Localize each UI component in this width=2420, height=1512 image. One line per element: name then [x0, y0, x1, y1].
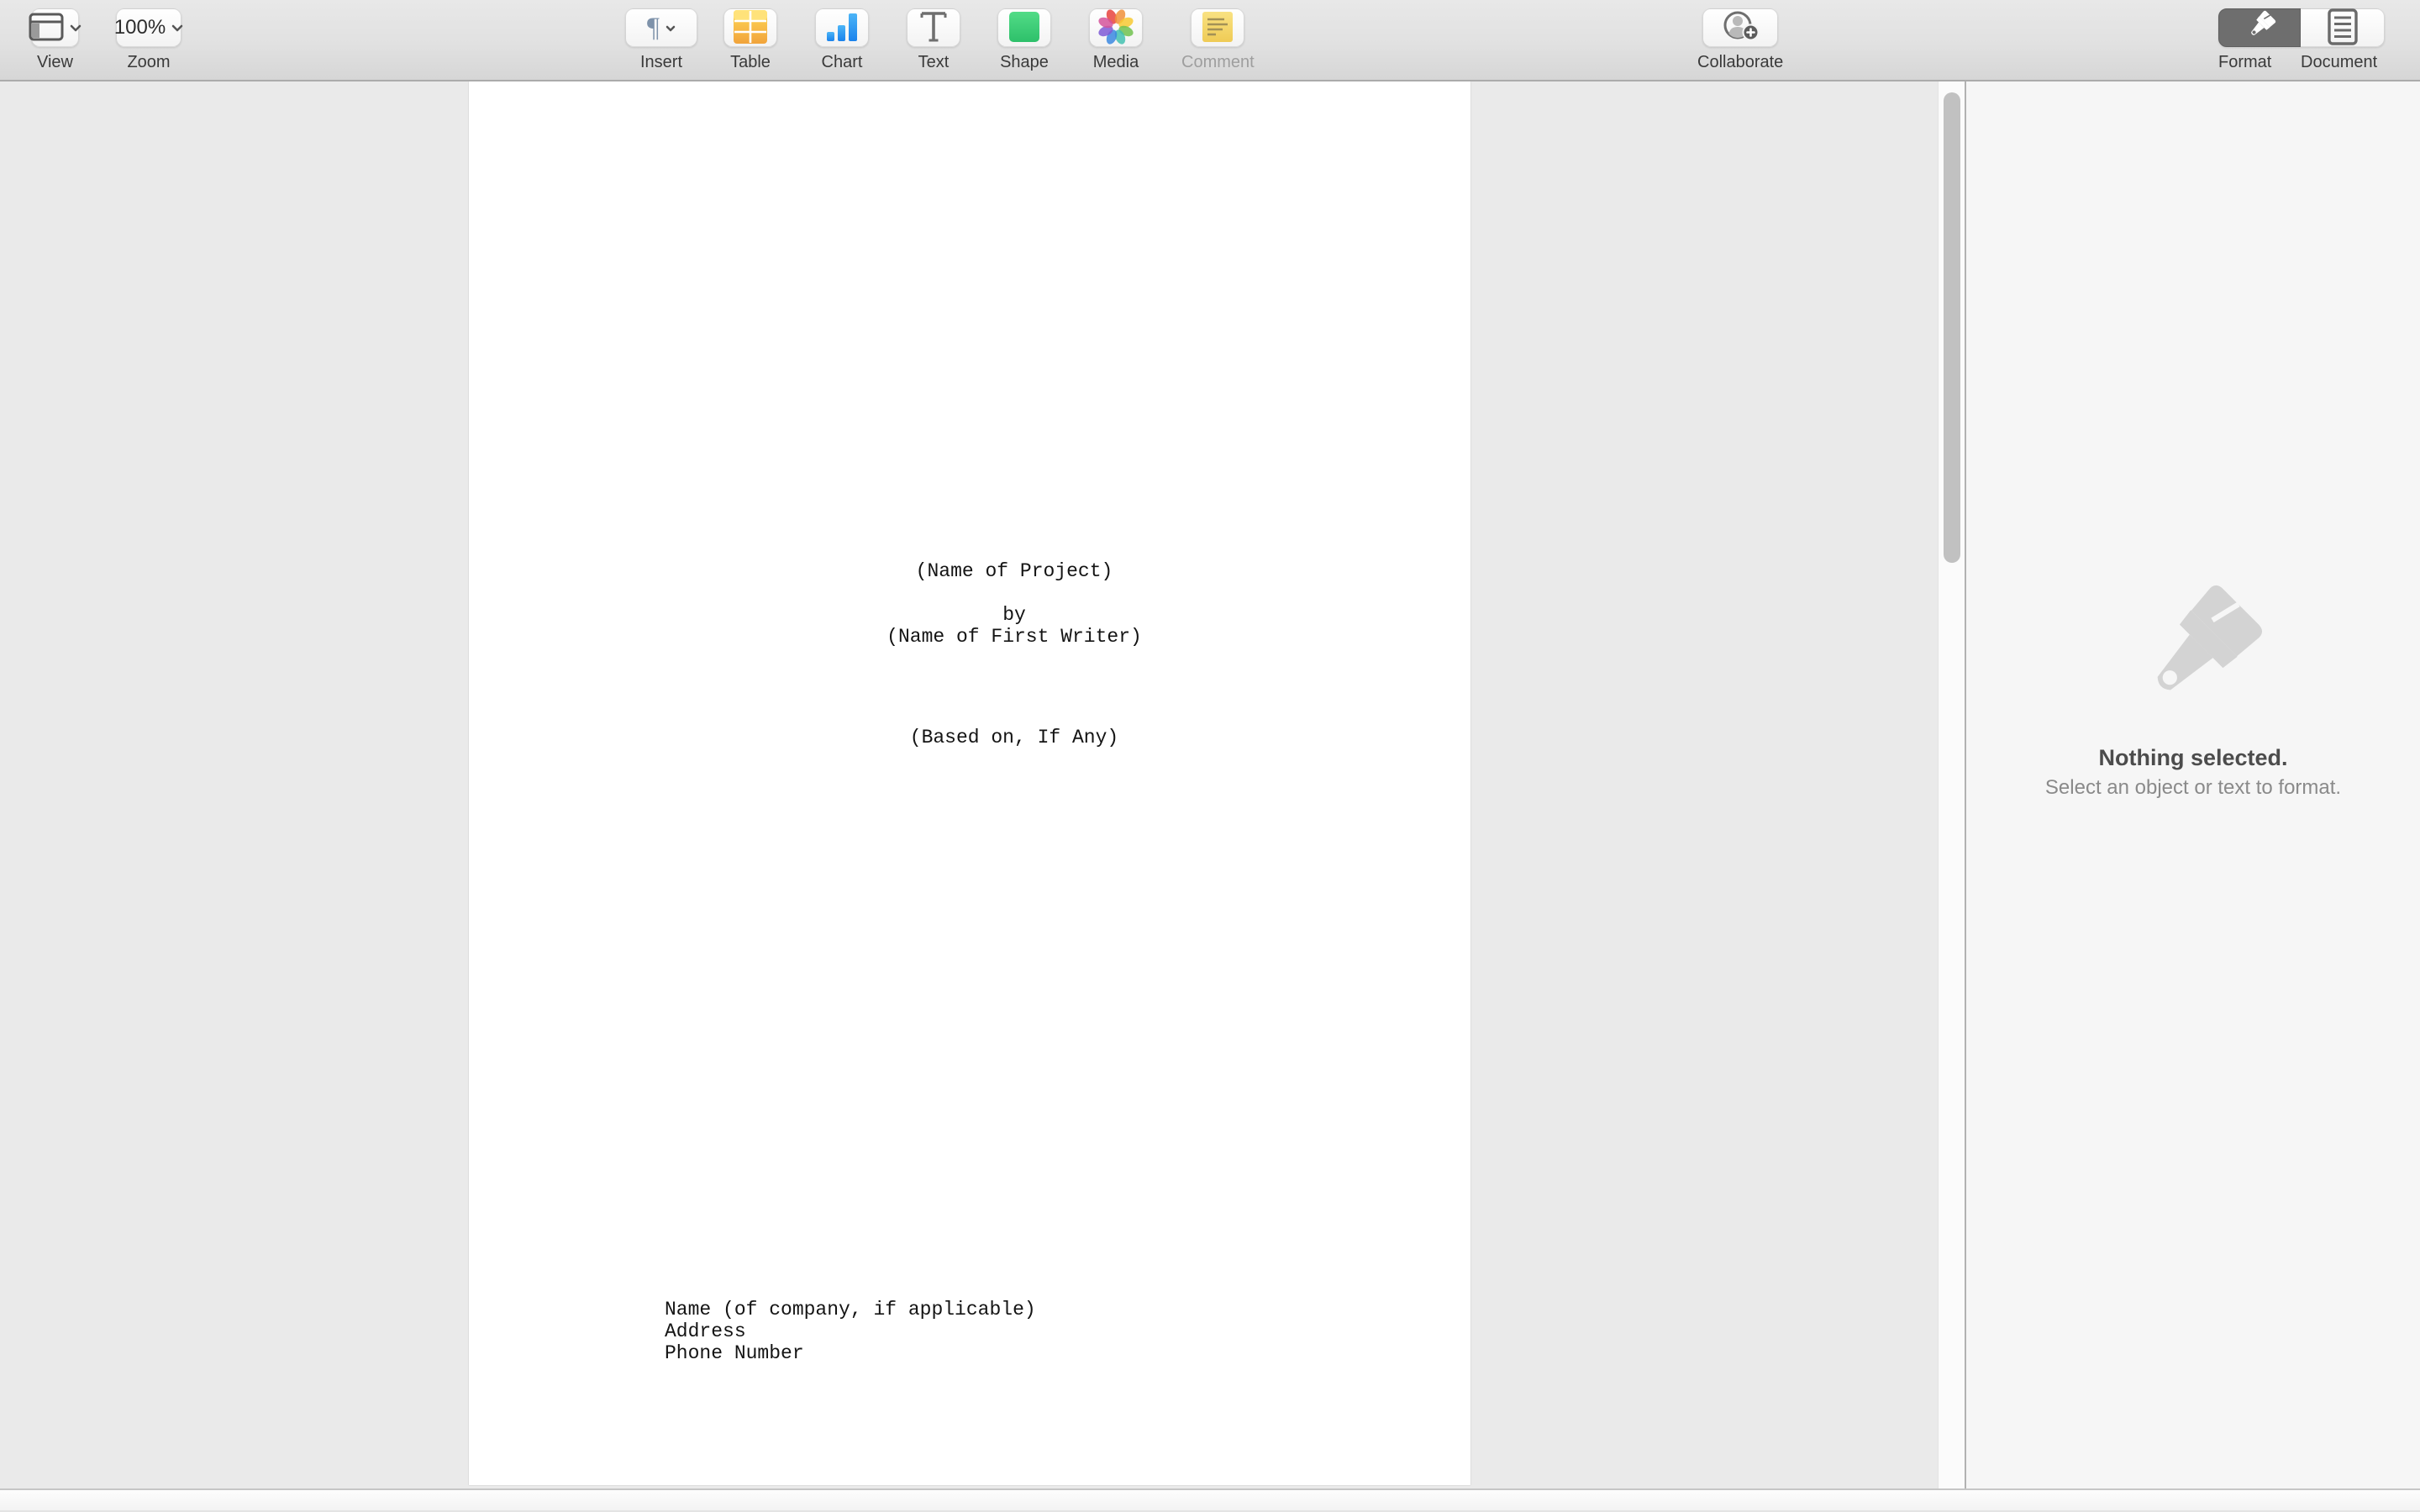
chevron-down-icon [70, 22, 82, 34]
table-button[interactable] [723, 8, 777, 47]
document-page[interactable]: (Name of Project) by (Name of First Writ… [469, 81, 1470, 1485]
media-button[interactable] [1089, 8, 1143, 47]
media-button-label: Media [1093, 53, 1139, 71]
doc-line-blank[interactable] [556, 582, 1472, 604]
media-icon [1097, 8, 1134, 48]
doc-line-based-on[interactable]: (Based on, If Any) [556, 727, 1472, 748]
zoom-button[interactable]: 100% [116, 8, 182, 47]
comment-button[interactable] [1191, 8, 1244, 47]
doc-line-writer[interactable]: (Name of First Writer) [556, 626, 1472, 648]
comment-icon [1202, 11, 1234, 45]
person-add-icon [1719, 8, 1761, 49]
toolbar-item-table: Table [723, 8, 777, 71]
contact-block: Name (of company, if applicable) Address… [665, 1299, 1036, 1364]
view-button[interactable] [31, 8, 79, 47]
title-block: (Name of Project) by (Name of First Writ… [556, 560, 1472, 648]
format-button-label: Format [2218, 53, 2301, 71]
panel-segmented-control [2218, 8, 2385, 47]
text-button[interactable] [907, 8, 960, 47]
document-canvas: (Name of Project) by (Name of First Writ… [0, 81, 1966, 1488]
insert-button-label: Insert [640, 53, 682, 71]
text-button-label: Text [918, 53, 950, 71]
doc-line-address[interactable]: Address [665, 1320, 1036, 1342]
toolbar: View 100% Zoom ¶ Insert [0, 0, 2420, 81]
zoom-button-label: Zoom [127, 53, 170, 71]
toolbar-item-text: Text [907, 8, 960, 71]
format-button[interactable] [2218, 8, 2301, 47]
zoom-value: 100% [114, 16, 166, 39]
collaborate-button-label: Collaborate [1697, 53, 1783, 71]
text-icon [918, 10, 950, 46]
chart-button-label: Chart [822, 53, 863, 71]
table-button-label: Table [730, 53, 771, 71]
toolbar-item-media: Media [1089, 8, 1143, 71]
vertical-scrollbar-thumb[interactable] [1944, 92, 1960, 563]
shape-button-label: Shape [1000, 53, 1049, 71]
view-icon [29, 13, 64, 44]
chart-button[interactable] [815, 8, 869, 47]
toolbar-item-zoom: 100% Zoom [116, 8, 182, 71]
insert-button[interactable]: ¶ [625, 8, 697, 47]
paintbrush-icon [2241, 8, 2278, 48]
toolbar-item-chart: Chart [815, 8, 869, 71]
view-button-label: View [37, 53, 73, 71]
document-button[interactable] [2301, 8, 2385, 47]
chevron-down-icon [666, 22, 676, 34]
shape-button[interactable] [997, 8, 1051, 47]
pilcrow-icon: ¶ [647, 14, 660, 42]
toolbar-item-insert: ¶ Insert [625, 8, 697, 71]
based-on-block: (Based on, If Any) [556, 727, 1472, 748]
doc-line-project[interactable]: (Name of Project) [556, 560, 1472, 582]
collaborate-button[interactable] [1702, 8, 1778, 47]
paintbrush-large-icon [2114, 575, 2272, 738]
toolbar-item-shape: Shape [997, 8, 1051, 71]
shape-icon [1008, 11, 1040, 45]
chart-icon [825, 11, 859, 45]
toolbar-item-collaborate: Collaborate [1697, 8, 1783, 71]
nothing-selected-subtitle: Select an object or text to format. [1966, 776, 2420, 800]
doc-line-by[interactable]: by [556, 604, 1472, 626]
nothing-selected-title: Nothing selected. [1966, 745, 2420, 771]
toolbar-item-comment: Comment [1181, 8, 1255, 71]
toolbar-item-panels: Format Document [2218, 8, 2385, 71]
document-button-label: Document [2301, 53, 2385, 71]
vertical-scrollbar-track[interactable] [1938, 81, 1965, 1488]
chevron-down-icon [171, 22, 183, 34]
comment-button-label: Comment [1181, 53, 1255, 71]
doc-line-company[interactable]: Name (of company, if applicable) [665, 1299, 1036, 1320]
format-inspector-panel: Nothing selected. Select an object or te… [1966, 81, 2420, 1488]
toolbar-item-view: View [31, 8, 79, 71]
status-bar [0, 1488, 2420, 1512]
table-icon [734, 10, 767, 46]
doc-line-phone[interactable]: Phone Number [665, 1342, 1036, 1364]
document-icon [2328, 8, 2358, 48]
